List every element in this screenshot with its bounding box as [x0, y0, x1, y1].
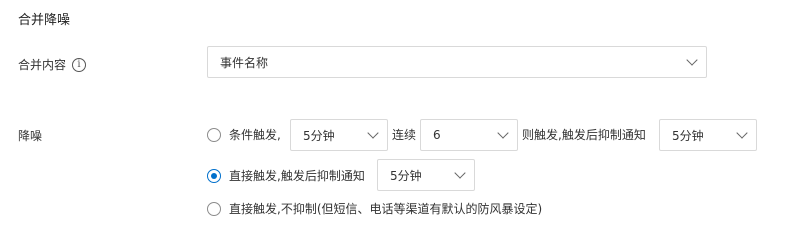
info-icon[interactable]: i: [72, 57, 87, 72]
chevron-down-icon: [736, 127, 748, 139]
noise-label: 降噪: [18, 129, 43, 143]
chevron-down-icon: [497, 127, 509, 139]
consecutive-count-select[interactable]: 6: [420, 119, 518, 151]
chevron-down-icon: [367, 127, 379, 139]
option-direct-no-suppress-label: 直接触发,不抑制(但短信、电话等渠道有默认的防风暴设定): [229, 202, 543, 216]
merge-content-label-text: 合并内容: [18, 58, 67, 72]
radio-direct-suppress[interactable]: [207, 168, 221, 183]
noise-option-conditional[interactable]: 条件触发,: [207, 126, 281, 143]
consecutive-count-value: 6: [433, 128, 441, 142]
radio-direct-no-suppress[interactable]: [207, 201, 221, 216]
chevron-down-icon: [454, 167, 466, 179]
radio-conditional[interactable]: [207, 127, 221, 142]
section-title: 合并降噪: [18, 13, 71, 28]
merge-content-label: 合并内容 i: [18, 56, 87, 73]
conditional-suppress-value: 5分钟: [672, 128, 704, 143]
option-direct-suppress-label: 直接触发,触发后抑制通知: [229, 169, 365, 183]
conditional-period-value: 5分钟: [303, 128, 335, 143]
option-conditional-label: 条件触发,: [229, 128, 281, 142]
noise-option-direct-no-suppress[interactable]: 直接触发,不抑制(但短信、电话等渠道有默认的防风暴设定): [207, 200, 542, 217]
consecutive-label: 连续: [392, 128, 417, 142]
chevron-down-icon: [686, 54, 698, 66]
noise-option-direct-suppress[interactable]: 直接触发,触发后抑制通知: [207, 167, 365, 184]
conditional-period-select[interactable]: 5分钟: [290, 119, 388, 151]
merge-content-select-value: 事件名称: [220, 55, 269, 70]
direct-suppress-value: 5分钟: [390, 168, 422, 183]
direct-suppress-select[interactable]: 5分钟: [377, 159, 475, 191]
then-trigger-label: 则触发,触发后抑制通知: [522, 128, 646, 142]
merge-content-select[interactable]: 事件名称: [207, 46, 707, 78]
conditional-suppress-select[interactable]: 5分钟: [659, 119, 757, 151]
